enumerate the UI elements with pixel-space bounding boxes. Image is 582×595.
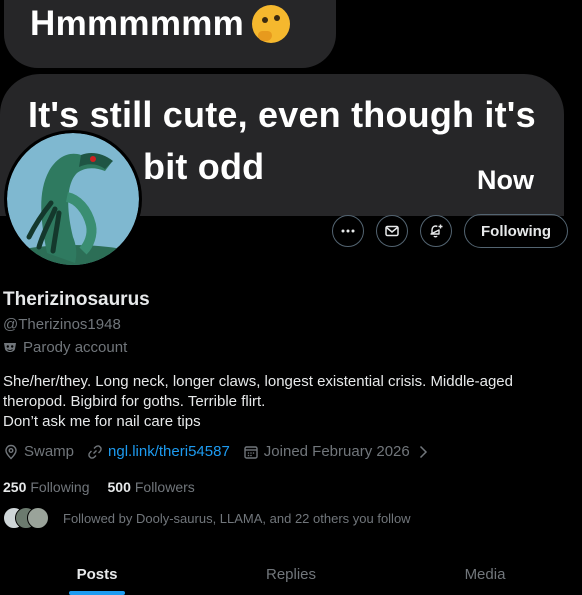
thinking-face-icon <box>252 5 291 43</box>
tab-media[interactable]: Media <box>388 559 582 593</box>
join-date[interactable]: Joined February 2026 <box>243 443 431 460</box>
location-text: Swamp <box>24 443 75 460</box>
bio-line: She/her/they. Long neck, longer claws, l… <box>3 373 513 390</box>
bubble-main-line1: It's still cute, even though it's <box>28 94 536 135</box>
profile-actions: Following <box>332 214 568 248</box>
website-link[interactable]: ngl.link/theri54587 <box>108 443 230 460</box>
bubble-main-line2: bit odd <box>143 146 265 187</box>
notify-button[interactable] <box>420 215 453 247</box>
tab-posts[interactable]: Posts <box>0 559 194 593</box>
mask-icon <box>4 342 16 352</box>
avatar[interactable] <box>4 130 142 268</box>
following-count: 250 <box>3 479 27 495</box>
following-count-link[interactable]: 250 Following <box>3 479 90 495</box>
following-button[interactable]: Following <box>464 214 568 248</box>
followers-count: 500 <box>107 479 131 495</box>
bio-line: theropod. Bigbird for goths. Terrible fl… <box>3 393 266 410</box>
bio: She/her/they. Long neck, longer claws, l… <box>3 372 573 432</box>
mail-icon <box>385 225 399 237</box>
tab-replies[interactable]: Replies <box>194 559 388 593</box>
website[interactable]: ngl.link/theri54587 <box>87 443 230 460</box>
calendar-icon <box>244 445 258 459</box>
bubble-timestamp: Now <box>477 165 534 195</box>
followed-by-text: Followed by Dooly-saurus, LLAMA, and 22 … <box>63 510 411 526</box>
link-icon <box>88 444 102 459</box>
location: Swamp <box>3 443 74 460</box>
follower-avatars <box>3 507 51 529</box>
bell-plus-icon <box>430 224 443 238</box>
followers-label: Followers <box>134 479 195 495</box>
parody-badge: Parody account <box>3 339 127 356</box>
followed-by[interactable]: Followed by Dooly-saurus, LLAMA, and 22 … <box>3 507 411 529</box>
followers-count-link[interactable]: 500 Followers <box>108 479 195 495</box>
parody-label: Parody account <box>23 339 128 356</box>
location-pin-icon <box>5 444 17 459</box>
profile-tabs: Posts Replies Media <box>0 559 582 593</box>
handle: @Therizinos1948 <box>3 316 121 333</box>
display-name: Therizinosaurus <box>3 289 150 310</box>
chat-bubble-top: Hmmmmmm <box>4 0 336 68</box>
profile-meta: Swamp ngl.link/theri54587 Joined Februar… <box>3 443 444 460</box>
following-label: Following <box>30 479 90 495</box>
more-icon <box>341 229 355 233</box>
chevron-right-icon <box>419 445 427 458</box>
more-button[interactable] <box>332 215 365 247</box>
bio-line: Don’t ask me for nail care tips <box>3 413 201 430</box>
therizinosaurus-avatar-image <box>7 133 139 265</box>
join-date-text: Joined February 2026 <box>263 443 410 460</box>
message-button[interactable] <box>376 215 409 247</box>
bubble-top-text: Hmmmmmm <box>30 4 245 43</box>
follow-counts: 250 Following 500 Followers <box>3 479 195 495</box>
follower-avatar <box>27 507 49 529</box>
